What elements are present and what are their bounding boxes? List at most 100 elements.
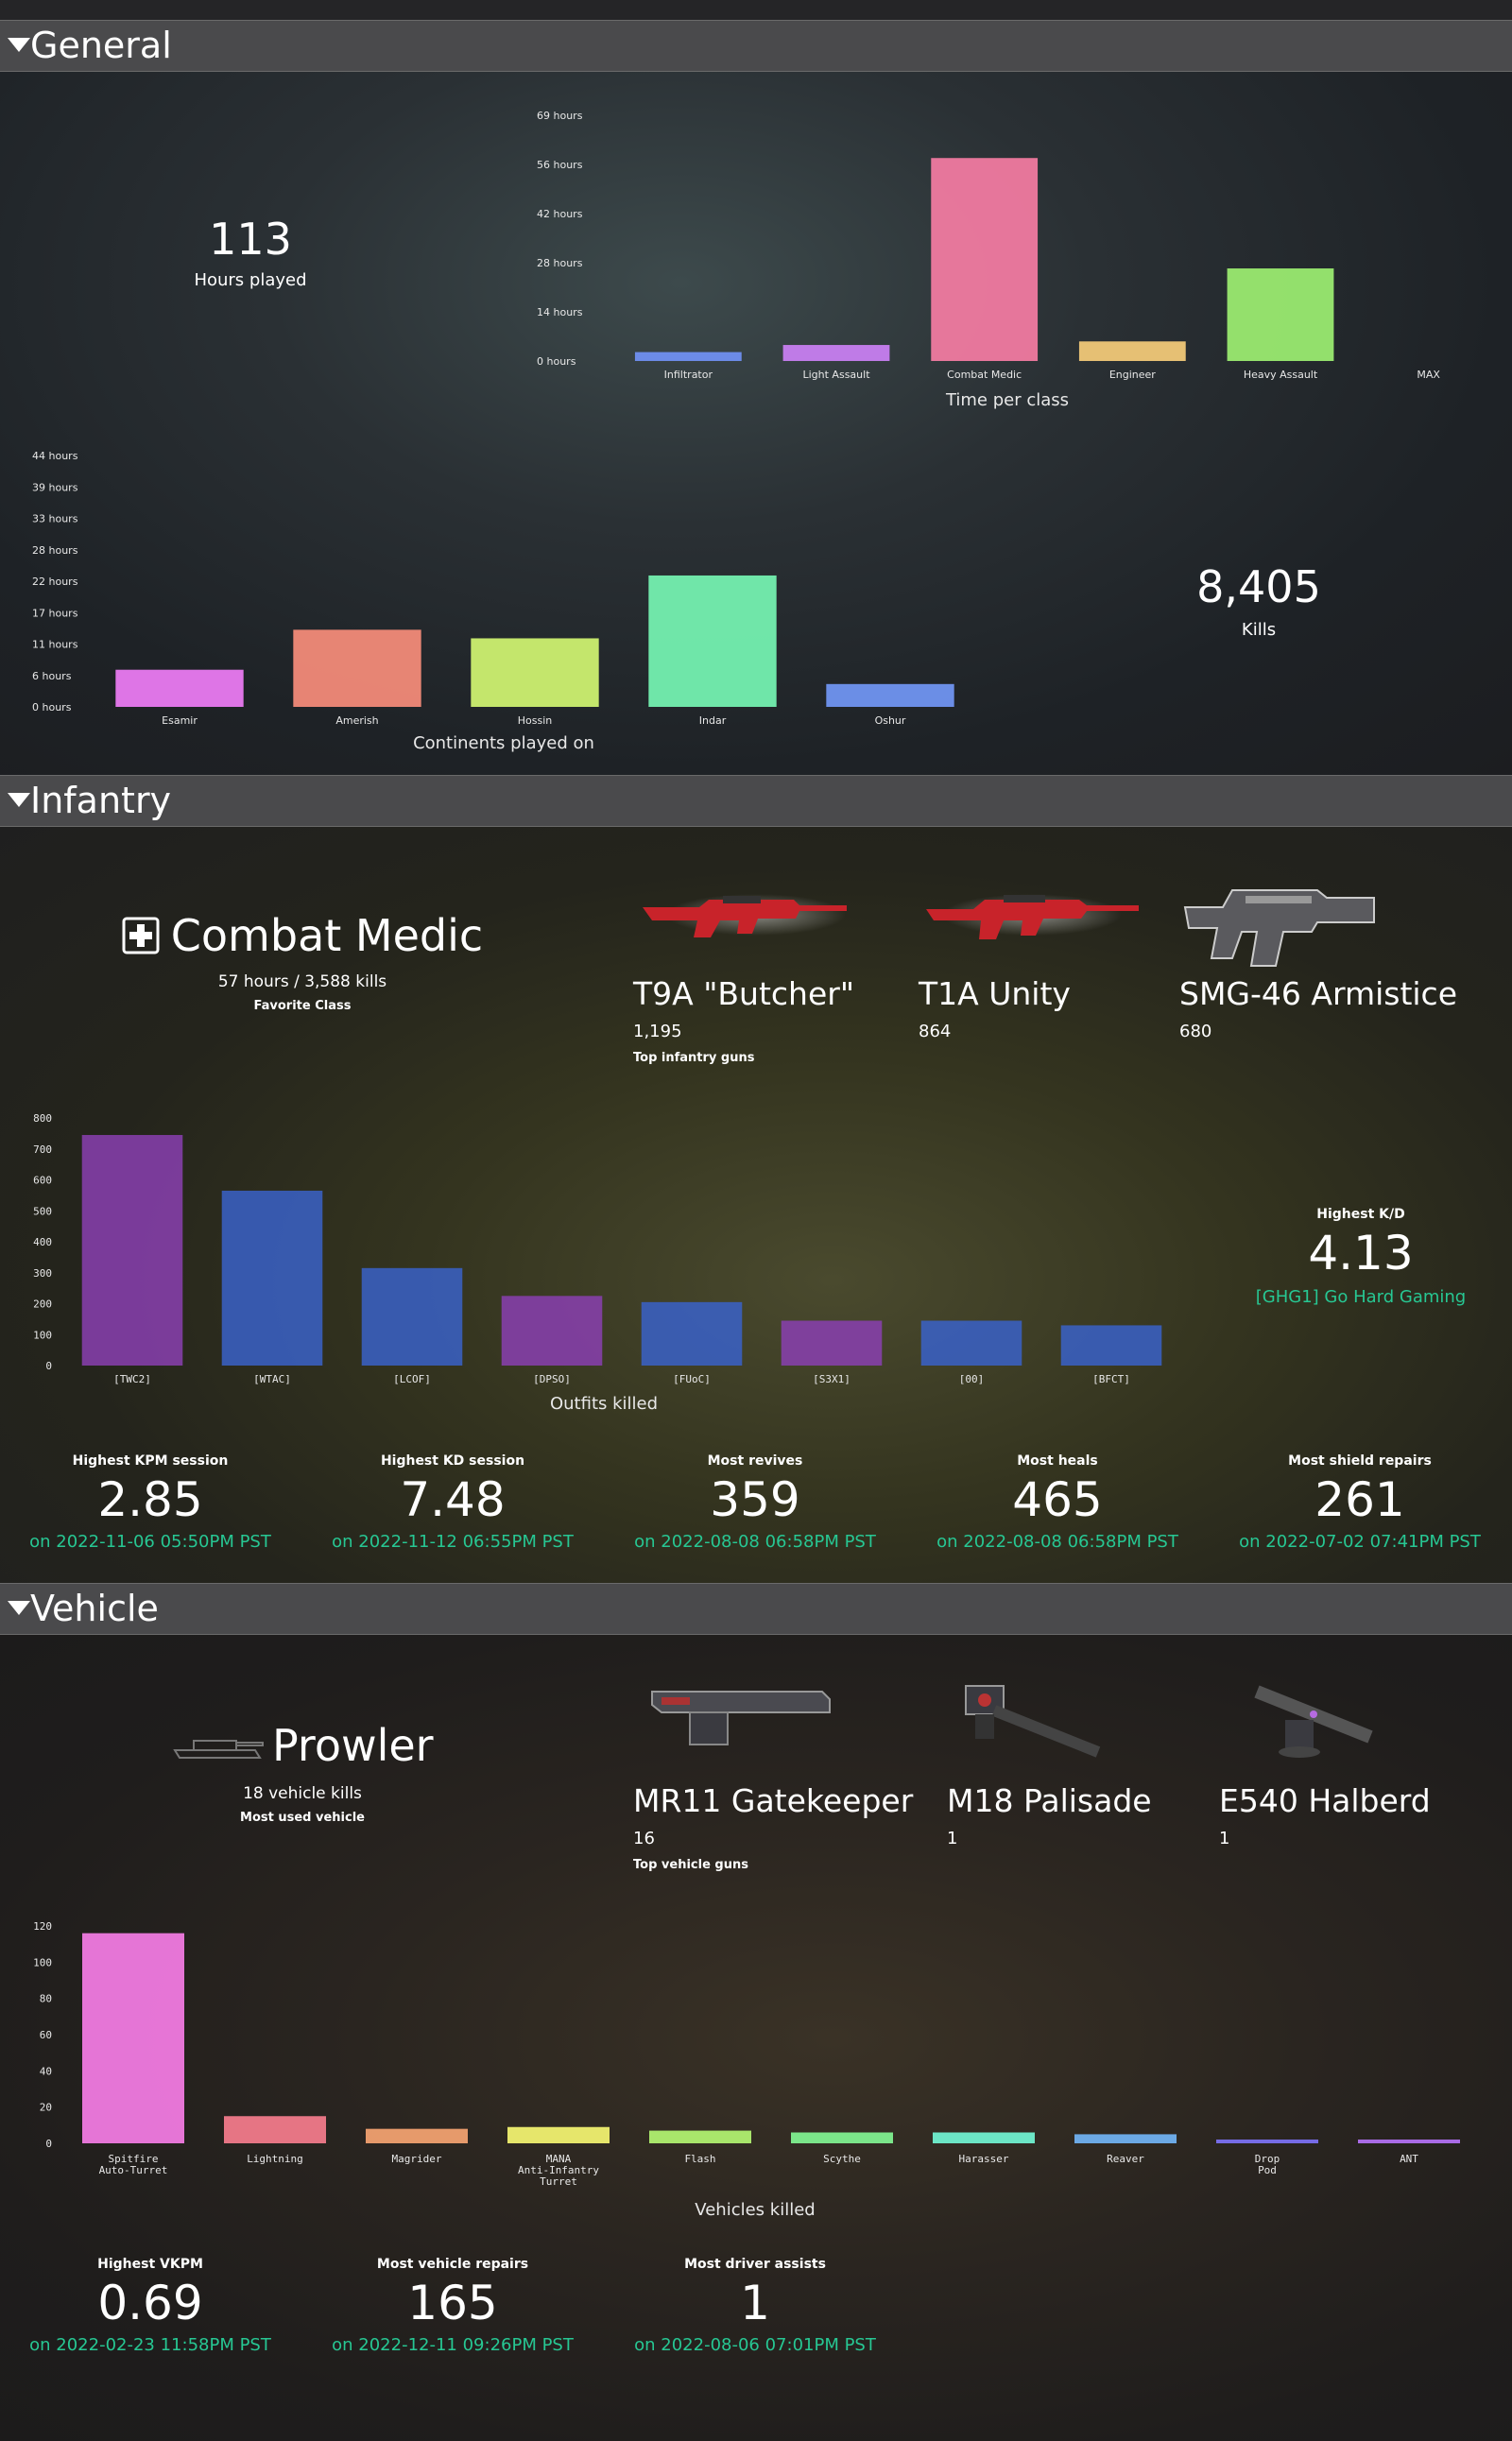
x-tick-label: [LCOF] bbox=[393, 1373, 431, 1385]
kills-stat: 8,405 Kills bbox=[1164, 565, 1353, 640]
infantry-stat: Most revives 359 on 2022-08-08 06:58PM P… bbox=[613, 1453, 897, 1552]
y-tick-label: 28 hours bbox=[537, 257, 583, 269]
time-per-class-chart: 0 hours 14 hours 28 hours 42 hours 56 hours 6… bbox=[537, 110, 1440, 410]
collapse-triangle-icon[interactable] bbox=[8, 793, 30, 807]
bar bbox=[1074, 2134, 1177, 2143]
y-tick-label: 0 bbox=[45, 1360, 52, 1372]
x-tick-label: Infiltrator bbox=[664, 369, 713, 381]
x-tick-label: Auto-Turret bbox=[99, 2164, 168, 2176]
bar bbox=[115, 669, 244, 707]
stat-value: 7.48 bbox=[400, 1472, 506, 1527]
stat-date: on 2022-11-12 06:55PM PST bbox=[332, 1532, 574, 1552]
bar bbox=[1078, 341, 1186, 361]
chart-title: Continents played on bbox=[413, 733, 594, 753]
vehicle-section: Prowler 18 vehicle kills Most used vehic… bbox=[0, 1635, 1512, 2441]
y-tick-label: 200 bbox=[33, 1298, 52, 1311]
bar bbox=[366, 2128, 468, 2143]
y-tick-label: 300 bbox=[33, 1267, 52, 1280]
x-tick-label: Harasser bbox=[959, 2153, 1009, 2165]
x-tick-label: Engineer bbox=[1109, 369, 1156, 381]
bar bbox=[649, 2130, 751, 2143]
vehicle-stat: Most vehicle repairs 165 on 2022-12-11 0… bbox=[311, 2257, 594, 2355]
y-tick-label: 40 bbox=[40, 2065, 52, 2077]
x-tick-label: Indar bbox=[699, 714, 727, 727]
infantry-section: Combat Medic 57 hours / 3,588 kills Favo… bbox=[0, 827, 1512, 1583]
section-title: Vehicle bbox=[30, 1588, 159, 1629]
x-tick-label: [FUoC] bbox=[673, 1373, 711, 1385]
general-section-header[interactable]: General bbox=[0, 20, 1512, 72]
y-tick-label: 56 hours bbox=[537, 159, 583, 171]
x-tick-label: Scythe bbox=[823, 2153, 861, 2165]
y-tick-label: 120 bbox=[33, 1920, 52, 1933]
x-tick-label: Flash bbox=[684, 2153, 715, 2165]
bar bbox=[501, 1296, 603, 1366]
bar bbox=[221, 1190, 323, 1366]
y-tick-label: 33 hours bbox=[32, 513, 78, 525]
infantry-section-header[interactable]: Infantry bbox=[0, 775, 1512, 827]
x-tick-label: [TWC2] bbox=[113, 1373, 151, 1385]
bar bbox=[81, 1135, 183, 1366]
bar bbox=[1227, 268, 1334, 361]
x-tick-label: Amerish bbox=[335, 714, 378, 727]
stat-value: 1 bbox=[740, 2276, 770, 2330]
x-tick-label: Turret bbox=[540, 2175, 577, 2188]
stat-value: 359 bbox=[710, 1472, 800, 1527]
bar bbox=[1358, 2140, 1460, 2143]
bar bbox=[648, 575, 777, 707]
collapse-triangle-icon[interactable] bbox=[8, 38, 30, 52]
vehicles-killed-chart: 020406080100120SpitfireAuto-TurretLightn… bbox=[33, 1920, 1460, 2220]
bar bbox=[920, 1320, 1022, 1366]
bar bbox=[361, 1267, 463, 1366]
x-tick-label: [00] bbox=[959, 1373, 985, 1385]
chart-title: Outfits killed bbox=[550, 1394, 658, 1414]
y-tick-label: 17 hours bbox=[32, 607, 78, 619]
chart-title: Vehicles killed bbox=[695, 2200, 815, 2220]
vehicle-section-header[interactable]: Vehicle bbox=[0, 1583, 1512, 1635]
continents-chart: 0 hours 6 hours 11 hours 17 hours 22 hours 28… bbox=[32, 450, 954, 753]
y-tick-label: 800 bbox=[33, 1112, 52, 1125]
y-tick-label: 500 bbox=[33, 1205, 52, 1217]
stat-title: Highest VKPM bbox=[97, 2257, 203, 2272]
y-tick-label: 14 hours bbox=[537, 306, 583, 318]
stat-title: Most vehicle repairs bbox=[376, 2257, 529, 2272]
stat-value: 465 bbox=[1012, 1472, 1103, 1527]
chart-title: Time per class bbox=[945, 390, 1069, 410]
outfits-killed-chart: 0 100 200 300 400 500 600 700 800 [TWC2] [WTAC] [LC… bbox=[33, 1112, 1162, 1414]
stat-title: Most driver assists bbox=[684, 2257, 826, 2272]
highest-kd-value: 4.13 bbox=[1308, 1226, 1414, 1281]
x-tick-label: [WTAC] bbox=[253, 1373, 291, 1385]
stat-date: on 2022-08-08 06:58PM PST bbox=[634, 1532, 876, 1552]
x-tick-label: Magrider bbox=[392, 2153, 442, 2165]
y-tick-label: 11 hours bbox=[32, 639, 78, 651]
y-tick-label: 400 bbox=[33, 1236, 52, 1248]
y-tick-label: 6 hours bbox=[32, 670, 72, 682]
stat-date: on 2022-07-02 07:41PM PST bbox=[1239, 1532, 1481, 1552]
bar bbox=[782, 345, 890, 361]
x-tick-label: [BFCT] bbox=[1092, 1373, 1130, 1385]
stat-date: on 2022-08-06 07:01PM PST bbox=[634, 2335, 876, 2355]
x-tick-label: Combat Medic bbox=[947, 369, 1022, 381]
highest-kd-outfit-link[interactable]: [GHG1] Go Hard Gaming bbox=[1219, 1287, 1503, 1307]
stat-title: Highest KD session bbox=[380, 1453, 525, 1469]
highest-kd-label: Highest K/D bbox=[1316, 1207, 1405, 1222]
infantry-stat: Highest KPM session 2.85 on 2022-11-06 0… bbox=[9, 1453, 292, 1552]
x-tick-label: MAX bbox=[1417, 369, 1440, 381]
infantry-stat: Highest KD session 7.48 on 2022-11-12 06… bbox=[311, 1453, 594, 1552]
x-tick-label: [S3X1] bbox=[813, 1373, 850, 1385]
general-section: 113 Hours played 0 hours 14 hours 28 hours… bbox=[0, 72, 1512, 775]
y-tick-label: 20 bbox=[40, 2102, 52, 2114]
stat-date: on 2022-11-06 05:50PM PST bbox=[29, 1532, 271, 1552]
y-tick-label: 44 hours bbox=[32, 450, 78, 462]
collapse-triangle-icon[interactable] bbox=[8, 1601, 30, 1615]
stat-title: Most shield repairs bbox=[1288, 1453, 1432, 1469]
bar bbox=[224, 2116, 326, 2143]
stat-date: on 2022-12-11 09:26PM PST bbox=[332, 2335, 574, 2355]
y-tick-label: 42 hours bbox=[537, 208, 583, 220]
y-tick-label: 60 bbox=[40, 2029, 52, 2041]
kills-value: 8,405 bbox=[1196, 561, 1321, 612]
stat-title: Highest KPM session bbox=[72, 1453, 229, 1469]
y-tick-label: 100 bbox=[33, 1329, 52, 1341]
stat-date: on 2022-02-23 11:58PM PST bbox=[29, 2335, 271, 2355]
bar bbox=[933, 2132, 1035, 2143]
bar bbox=[1216, 2140, 1318, 2143]
